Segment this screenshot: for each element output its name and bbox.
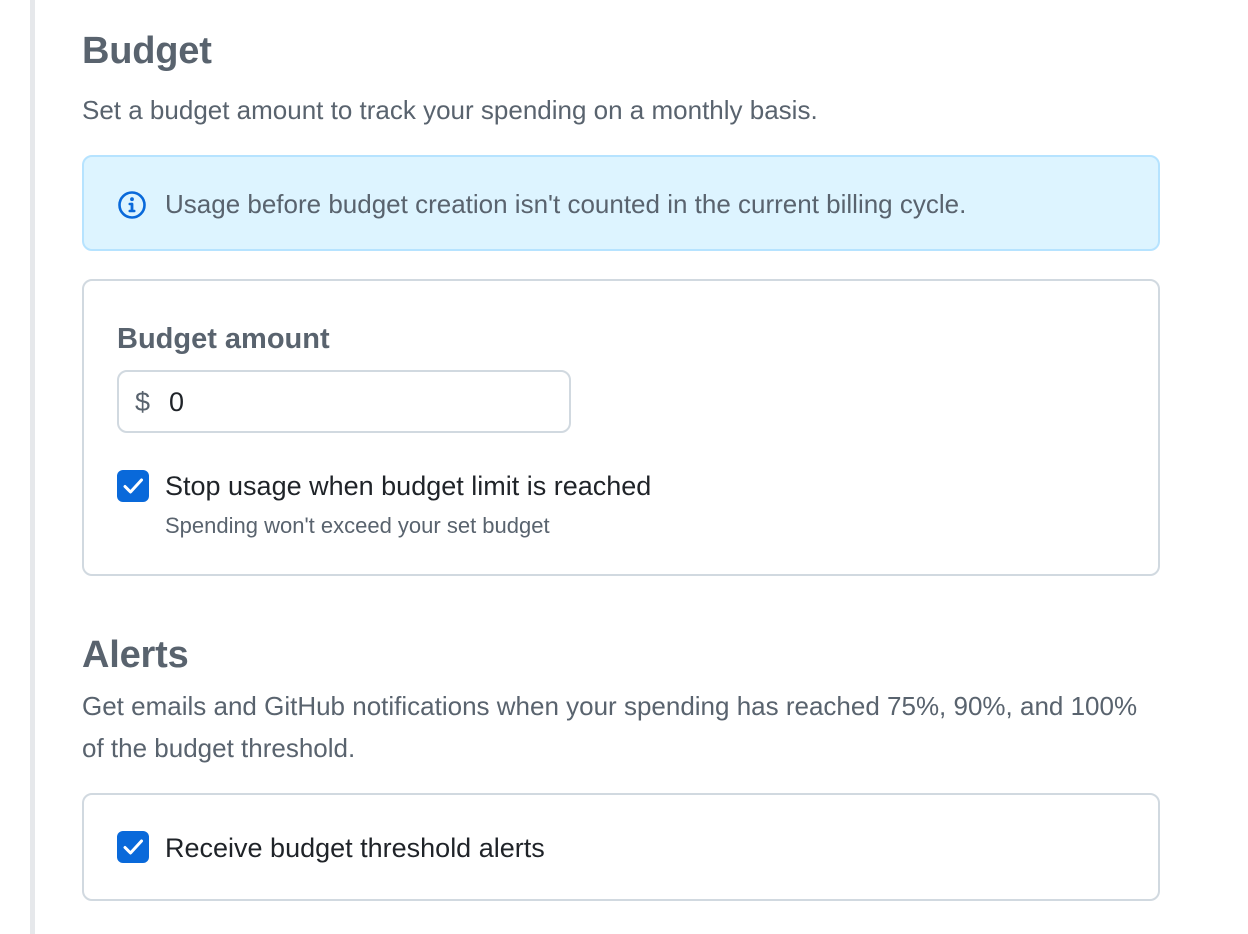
budget-settings-page: Budget Set a budget amount to track your… [0,0,1248,934]
info-icon [117,190,147,220]
stop-usage-label[interactable]: Stop usage when budget limit is reached [165,468,651,504]
budget-amount-label: Budget amount [117,323,330,355]
budget-amount-card: Budget amount $ 0 Stop usage when budget… [82,279,1160,576]
budget-description: Set a budget amount to track your spendi… [82,95,818,125]
checkmark-icon [123,839,143,855]
alerts-card: Receive budget threshold alerts [82,793,1160,901]
stop-usage-hint: Spending won't exceed your set budget [165,513,550,538]
receive-alerts-checkbox[interactable] [117,831,149,863]
left-divider [30,0,35,934]
receive-alerts-label[interactable]: Receive budget threshold alerts [165,830,545,866]
info-banner: Usage before budget creation isn't count… [82,155,1160,251]
budget-heading: Budget [82,30,212,72]
alerts-heading: Alerts [82,634,189,676]
checkmark-icon [123,478,143,494]
budget-amount-input[interactable]: $ 0 [117,370,571,433]
alerts-description: Get emails and GitHub notifications when… [82,691,1138,763]
currency-symbol: $ [135,387,151,417]
budget-amount-value[interactable]: 0 [169,386,184,418]
info-banner-text: Usage before budget creation isn't count… [165,189,967,219]
stop-usage-checkbox[interactable] [117,470,149,502]
